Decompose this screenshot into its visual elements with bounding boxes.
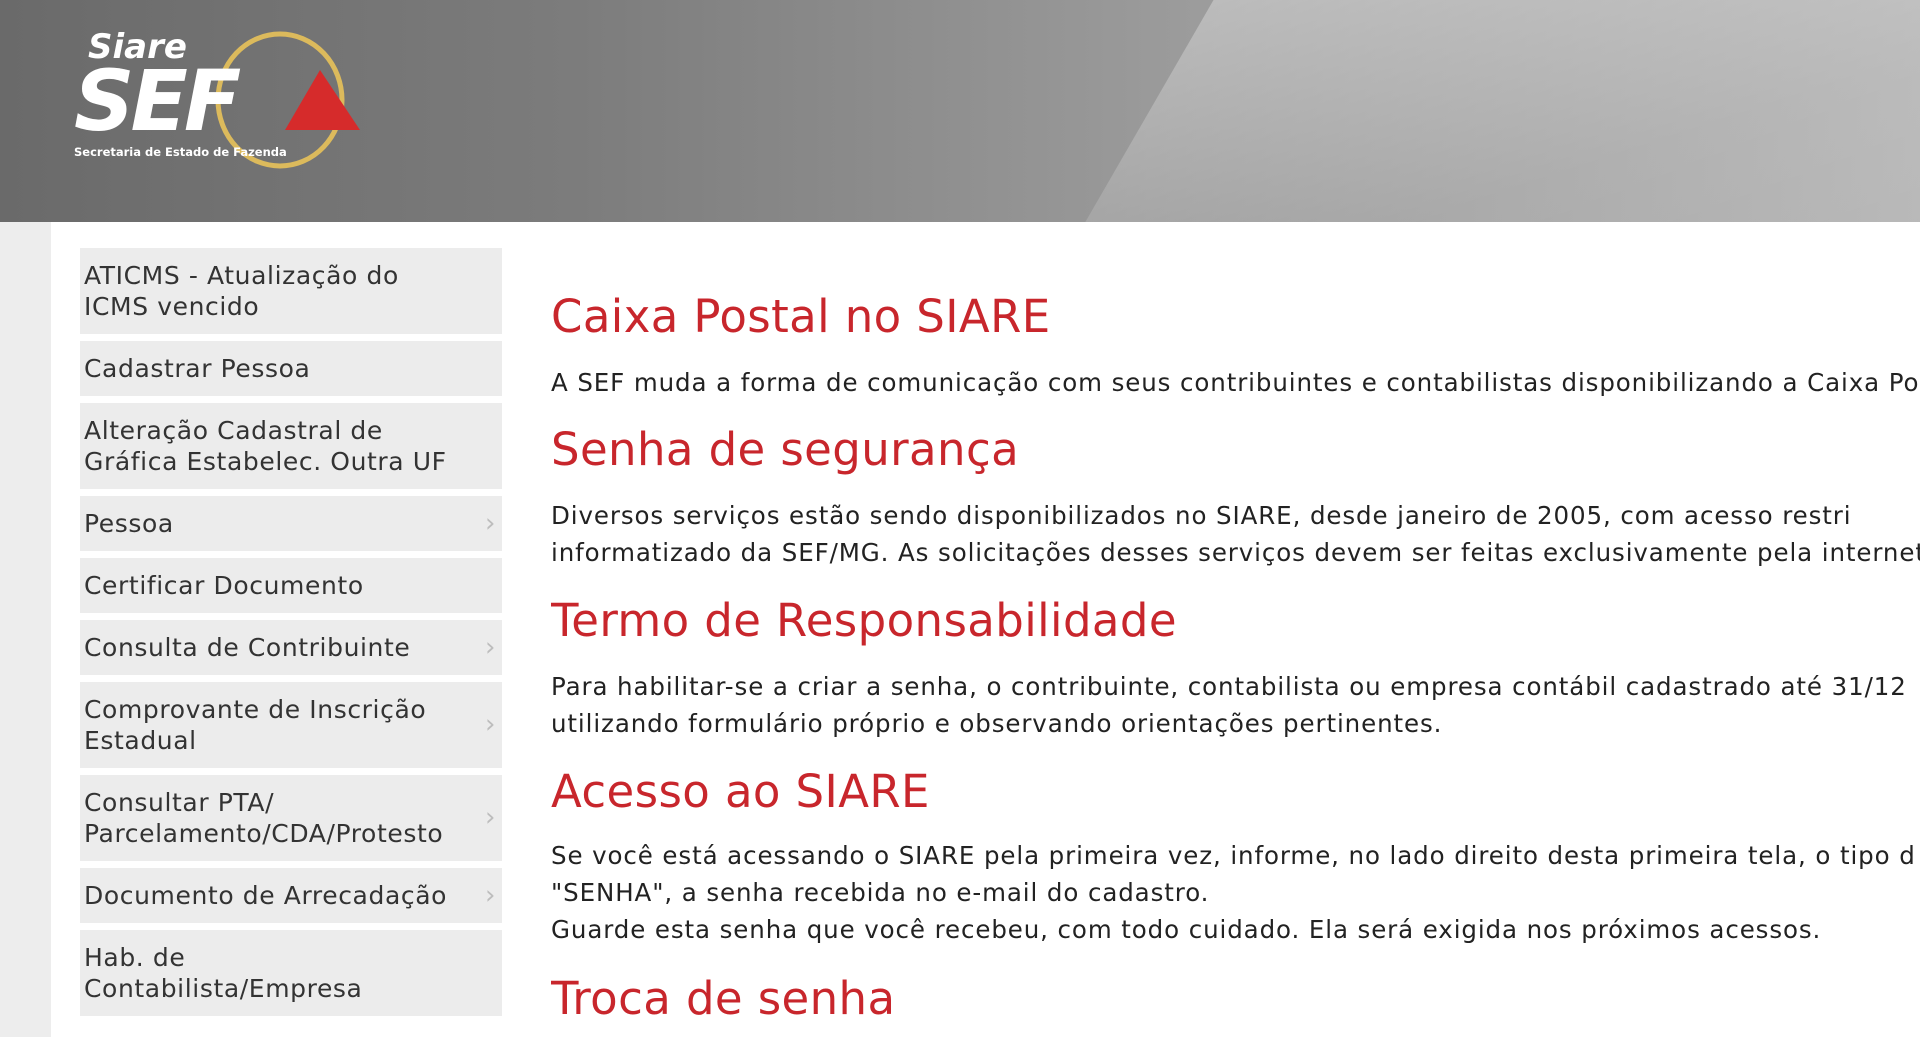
chevron-right-icon: › — [485, 802, 496, 833]
section-title-termo-responsabilidade: Termo de Responsabilidade — [551, 594, 1177, 647]
sidebar-item-alteracao-cadastral[interactable]: Alteração Cadastral de Gráfica Estabelec… — [80, 403, 502, 490]
chevron-right-icon: › — [485, 632, 496, 662]
sidebar-item-comprovante-inscricao[interactable]: Comprovante de Inscrição Estadual › — [80, 682, 502, 769]
section-title-acesso-siare: Acesso ao SIARE — [551, 765, 930, 818]
section-text-acesso-siare: Se você está acessando o SIARE pela prim… — [551, 837, 1916, 948]
main-content: Caixa Postal no SIARE A SEF muda a forma… — [551, 280, 1920, 1037]
section-title-senha-seguranca: Senha de segurança — [551, 423, 1020, 476]
site-header: Siare SEF Secretaria de Estado de Fazend… — [0, 0, 1920, 222]
section-title-caixa-postal: Caixa Postal no SIARE — [551, 290, 1051, 343]
logo-subtitle: Secretaria de Estado de Fazenda — [74, 145, 287, 159]
paragraph-line: Para habilitar-se a criar a senha, o con… — [551, 672, 1907, 701]
section-title-troca-senha: Troca de senha — [551, 972, 896, 1025]
chevron-right-icon: › — [485, 508, 496, 538]
chevron-right-icon: › — [485, 709, 496, 740]
sidebar-item-label: Consulta de Contribuinte — [84, 633, 411, 662]
paragraph-line: A SEF muda a forma de comunicação com se… — [551, 368, 1920, 397]
sidebar-item-label: Pessoa — [84, 509, 174, 538]
logo-triangle-icon — [285, 70, 360, 130]
paragraph-line: informatizado da SEF/MG. As solicitações… — [551, 538, 1920, 567]
paragraph-line: Guarde esta senha que você recebeu, com … — [551, 915, 1822, 944]
sidebar-item-label: Documento de Arrecadação — [84, 881, 448, 910]
logo-graphic: Siare SEF Secretaria de Estado de Fazend… — [74, 27, 360, 169]
sidebar-menu: ATICMS - Atualização do ICMS vencido Cad… — [80, 248, 502, 1023]
sidebar-item-certificar-documento[interactable]: Certificar Documento — [80, 558, 502, 614]
logo-big-text: SEF — [74, 52, 241, 150]
sidebar-item-label: Cadastrar Pessoa — [84, 354, 311, 383]
sidebar-item-label: Alteração Cadastral de Gráfica Estabelec… — [84, 416, 447, 476]
section-text-senha-seguranca: Diversos serviços estão sendo disponibil… — [551, 497, 1920, 571]
paragraph-line: Se você está acessando o SIARE pela prim… — [551, 841, 1916, 870]
sidebar-item-label: Comprovante de Inscrição Estadual — [84, 695, 427, 755]
header-decoration — [1063, 0, 1920, 222]
sidebar-item-consultar-pta[interactable]: Consultar PTA/ Parcelamento/CDA/Protesto… — [80, 775, 502, 862]
section-text-termo-responsabilidade: Para habilitar-se a criar a senha, o con… — [551, 668, 1907, 742]
paragraph-line: "SENHA", a senha recebida no e-mail do c… — [551, 878, 1210, 907]
chevron-right-icon: › — [485, 880, 496, 910]
sidebar-item-aticms[interactable]: ATICMS - Atualização do ICMS vencido — [80, 248, 502, 335]
sidebar-item-label: Hab. de Contabilista/Empresa — [84, 943, 363, 1003]
sidebar-item-label: ATICMS - Atualização do ICMS vencido — [84, 261, 399, 321]
siare-sef-logo[interactable]: Siare SEF Secretaria de Estado de Fazend… — [70, 18, 370, 178]
sidebar-item-consulta-contribuinte[interactable]: Consulta de Contribuinte › — [80, 620, 502, 676]
paragraph-line: Diversos serviços estão sendo disponibil… — [551, 501, 1852, 530]
sidebar-item-documento-arrecadacao[interactable]: Documento de Arrecadação › — [80, 868, 502, 924]
sidebar-item-cadastrar-pessoa[interactable]: Cadastrar Pessoa — [80, 341, 502, 397]
paragraph-line: utilizando formulário próprio e observan… — [551, 709, 1443, 738]
sidebar-item-label: Consultar PTA/ Parcelamento/CDA/Protesto — [84, 788, 444, 848]
sidebar-item-label: Certificar Documento — [84, 571, 364, 600]
section-text-caixa-postal: A SEF muda a forma de comunicação com se… — [551, 364, 1920, 401]
sidebar-item-hab-contabilista[interactable]: Hab. de Contabilista/Empresa — [80, 930, 502, 1017]
sidebar-item-pessoa[interactable]: Pessoa › — [80, 496, 502, 552]
